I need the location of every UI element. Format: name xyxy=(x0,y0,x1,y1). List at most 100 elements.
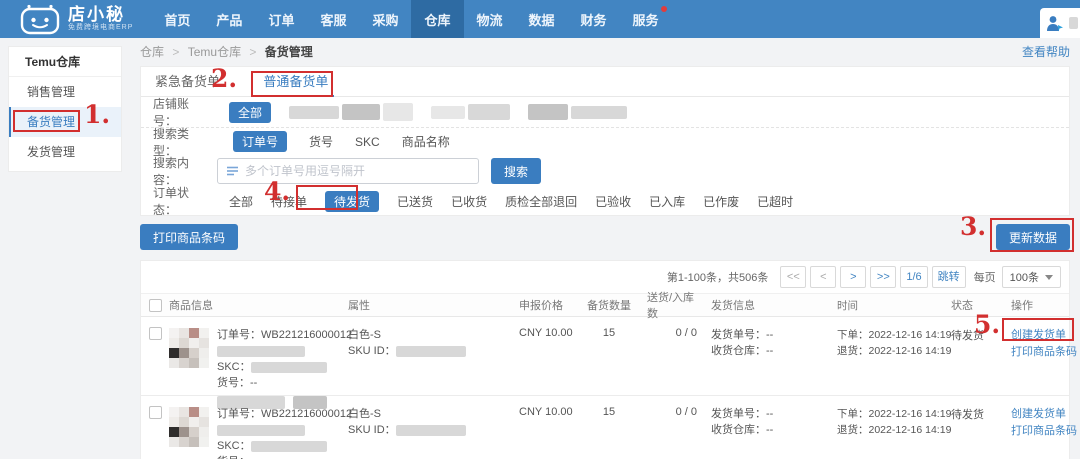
nav-item-logistics[interactable]: 物流 xyxy=(464,0,516,38)
help-link[interactable]: 查看帮助 xyxy=(1022,38,1070,66)
sku-id-label: SKU ID： xyxy=(348,345,396,357)
search-type-order-no[interactable]: 订单号 xyxy=(233,131,287,152)
nav-item-products[interactable]: 产品 xyxy=(203,0,255,38)
nav-item-services[interactable]: 服务 xyxy=(620,0,672,38)
redacted-text xyxy=(217,425,305,436)
list-lines-icon xyxy=(226,165,239,177)
nav-item-orders[interactable]: 订单 xyxy=(255,0,307,38)
header-actions: 操作 xyxy=(1011,297,1063,313)
table-row: 订单号：WB221216000012 SKC： 货号：-- 白色-S SKU I… xyxy=(141,317,1069,395)
user-account-button[interactable] xyxy=(1040,8,1080,38)
search-input-wrapper xyxy=(217,158,479,184)
app-subtitle: 免费跨境电商ERP xyxy=(68,24,133,32)
row-checkbox[interactable] xyxy=(149,327,162,340)
tab-urgent-stocking[interactable]: 紧急备货单 xyxy=(155,67,220,97)
filter-order-status-row: 订单状态： 全部 待接单 待发货 已送货 已收货 质检全部退回 已验收 已入库 … xyxy=(141,187,1069,215)
status-badge: 待发货 xyxy=(941,327,1011,343)
search-type-item-no[interactable]: 货号 xyxy=(309,133,333,150)
status-all[interactable]: 全部 xyxy=(229,193,253,210)
pagination-summary: 第1-100条，共506条 xyxy=(667,269,769,285)
redacted-shop-name[interactable] xyxy=(431,104,510,120)
table-header: 商品信息 属性 申报价格 备货数量 送货/入库数 发货信息 时间 状态 操作 xyxy=(141,293,1069,317)
nav-item-data[interactable]: 数据 xyxy=(516,0,568,38)
status-pending-ship-chip[interactable]: 待发货 xyxy=(325,191,379,212)
robot-logo-icon xyxy=(20,3,60,35)
redacted-shop-name[interactable] xyxy=(528,104,627,120)
per-page-select[interactable]: 100条 xyxy=(1002,266,1061,288)
status-qc-all-returned[interactable]: 质检全部退回 xyxy=(505,193,577,210)
sidebar-item-stocking[interactable]: 备货管理 xyxy=(9,107,121,137)
app-logo[interactable]: 店小秘 免费跨境电商ERP xyxy=(20,3,133,35)
search-type-product-name[interactable]: 商品名称 xyxy=(402,133,450,150)
sidebar-item-shipping[interactable]: 发货管理 xyxy=(9,137,121,167)
status-in-warehouse[interactable]: 已入库 xyxy=(649,193,685,210)
redacted-shop-name[interactable] xyxy=(289,103,413,121)
shop-all-chip[interactable]: 全部 xyxy=(229,102,271,123)
delivered-inbound-count: 0 / 0 xyxy=(639,406,701,418)
app-title: 店小秘 xyxy=(68,6,133,24)
header-declared-price: 申报价格 xyxy=(519,297,579,313)
search-type-skc[interactable]: SKC xyxy=(355,135,380,149)
refresh-data-button[interactable]: 更新数据 xyxy=(996,224,1070,250)
nav-item-label: 首页 xyxy=(164,10,190,29)
nav-item-label: 物流 xyxy=(477,10,503,29)
product-image xyxy=(169,407,209,447)
nav-item-service-desk[interactable]: 客服 xyxy=(307,0,359,38)
filter-shop-row: 店铺账号： 全部 xyxy=(141,97,1069,127)
shipment-number: 发货单号：-- xyxy=(711,327,831,343)
breadcrumb-warehouse[interactable]: 仓库 xyxy=(140,45,164,59)
attribute-value: 白色-S xyxy=(348,327,519,343)
sidebar: Temu仓库 销售管理 备货管理 发货管理 xyxy=(0,38,130,459)
table-panel: 第1-100条，共506条 << < > >> 1/6 跳转 每页 100条 商… xyxy=(140,260,1070,459)
header-product-info: 商品信息 xyxy=(169,297,344,313)
jump-page-button[interactable]: 跳转 xyxy=(932,266,966,288)
order-number: 订单号：WB221216000012 xyxy=(217,406,352,422)
order-time: 下单：2022-12-16 14:19 xyxy=(837,327,941,343)
status-badge: 待发货 xyxy=(941,406,1011,422)
status-timed-out[interactable]: 已超时 xyxy=(757,193,793,210)
sidebar-card: Temu仓库 销售管理 备货管理 发货管理 xyxy=(8,46,122,172)
prev-page-button[interactable]: < xyxy=(810,266,836,288)
search-button[interactable]: 搜索 xyxy=(491,158,541,184)
product-info-text: 订单号：WB221216000012 SKC： 货号：-- xyxy=(217,327,352,410)
print-barcode-button[interactable]: 打印商品条码 xyxy=(140,224,238,250)
filter-search-type-row: 搜索类型： 订单号 货号 SKC 商品名称 xyxy=(141,127,1069,155)
create-shipment-link[interactable]: 创建发货单 xyxy=(1011,406,1063,423)
nav-item-label: 仓库 xyxy=(424,10,450,29)
attribute-value: 白色-S xyxy=(348,406,519,422)
status-voided[interactable]: 已作废 xyxy=(703,193,739,210)
sidebar-item-sales[interactable]: 销售管理 xyxy=(9,77,121,107)
nav-item-finance[interactable]: 财务 xyxy=(568,0,620,38)
status-inspected[interactable]: 已验收 xyxy=(595,193,631,210)
pagination: 第1-100条，共506条 << < > >> 1/6 跳转 每页 100条 xyxy=(141,261,1069,293)
item-number: 货号：-- xyxy=(217,454,352,459)
nav-item-label: 采购 xyxy=(372,10,398,29)
status-delivered[interactable]: 已送货 xyxy=(397,193,433,210)
nav-item-home[interactable]: 首页 xyxy=(151,0,203,38)
nav-item-purchasing[interactable]: 采购 xyxy=(359,0,411,38)
app-window: 店小秘 免费跨境电商ERP 首页 产品 订单 客服 采购 仓库 物流 数据 财务… xyxy=(0,0,1080,459)
delivered-inbound-count: 0 / 0 xyxy=(639,327,701,339)
main-content: 仓库 > Temu仓库 > 备货管理 查看帮助 紧急备货单 普通备货单 店铺账号… xyxy=(130,38,1080,459)
breadcrumb: 仓库 > Temu仓库 > 备货管理 查看帮助 xyxy=(130,38,1080,66)
create-shipment-link[interactable]: 创建发货单 xyxy=(1011,327,1063,344)
last-page-button[interactable]: >> xyxy=(870,266,896,288)
status-received[interactable]: 已收货 xyxy=(451,193,487,210)
next-page-button[interactable]: > xyxy=(840,266,866,288)
search-content-label: 搜索内容： xyxy=(153,154,211,188)
search-input[interactable] xyxy=(245,164,470,178)
first-page-button[interactable]: << xyxy=(780,266,806,288)
row-checkbox[interactable] xyxy=(149,406,162,419)
select-all-checkbox[interactable] xyxy=(149,299,162,312)
print-barcode-link[interactable]: 打印商品条码 xyxy=(1011,423,1063,440)
logo-text: 店小秘 免费跨境电商ERP xyxy=(68,6,133,32)
print-barcode-link[interactable]: 打印商品条码 xyxy=(1011,344,1063,361)
status-pending-accept[interactable]: 待接单 xyxy=(271,193,307,210)
redacted-skc xyxy=(251,362,327,373)
header-stock-quantity: 备货数量 xyxy=(579,297,639,313)
stock-quantity: 15 xyxy=(579,406,639,418)
page-indicator: 1/6 xyxy=(900,266,927,288)
nav-item-warehouse[interactable]: 仓库 xyxy=(411,0,463,38)
breadcrumb-temu-warehouse[interactable]: Temu仓库 xyxy=(188,45,241,59)
tab-normal-stocking[interactable]: 普通备货单 xyxy=(263,67,328,97)
